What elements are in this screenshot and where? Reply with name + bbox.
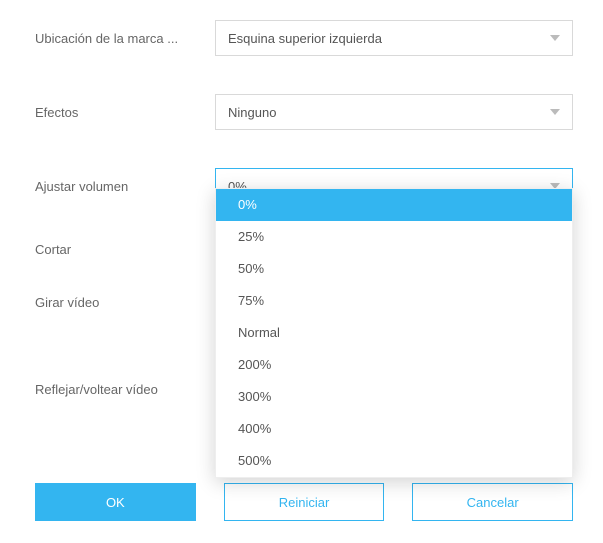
label-effects: Efectos: [35, 105, 215, 120]
dropdown-option-25[interactable]: 25%: [216, 221, 572, 253]
reset-button[interactable]: Reiniciar: [224, 483, 385, 521]
cancel-button[interactable]: Cancelar: [412, 483, 573, 521]
select-value: Esquina superior izquierda: [228, 31, 382, 46]
dropdown-option-75[interactable]: 75%: [216, 285, 572, 317]
label-watermark-position: Ubicación de la marca ...: [35, 31, 215, 46]
select-value: Ninguno: [228, 105, 276, 120]
dropdown-option-300[interactable]: 300%: [216, 381, 572, 413]
dropdown-option-200[interactable]: 200%: [216, 349, 572, 381]
footer-buttons: OK Reiniciar Cancelar: [35, 483, 573, 521]
label-rotate: Girar vídeo: [35, 295, 215, 310]
chevron-down-icon: [550, 109, 560, 115]
label-crop: Cortar: [35, 242, 215, 257]
dropdown-option-400[interactable]: 400%: [216, 413, 572, 445]
dropdown-option-0[interactable]: 0%: [216, 189, 572, 221]
row-watermark-position: Ubicación de la marca ... Esquina superi…: [35, 20, 573, 56]
volume-dropdown: 0% 25% 50% 75% Normal 200% 300% 400% 500…: [215, 188, 573, 478]
label-volume: Ajustar volumen: [35, 179, 215, 194]
label-flip: Reflejar/voltear vídeo: [35, 382, 215, 397]
dropdown-option-500[interactable]: 500%: [216, 445, 572, 477]
select-watermark-position[interactable]: Esquina superior izquierda: [215, 20, 573, 56]
ok-button[interactable]: OK: [35, 483, 196, 521]
dropdown-option-normal[interactable]: Normal: [216, 317, 572, 349]
dropdown-option-50[interactable]: 50%: [216, 253, 572, 285]
chevron-down-icon: [550, 35, 560, 41]
row-effects: Efectos Ninguno: [35, 94, 573, 130]
select-effects[interactable]: Ninguno: [215, 94, 573, 130]
